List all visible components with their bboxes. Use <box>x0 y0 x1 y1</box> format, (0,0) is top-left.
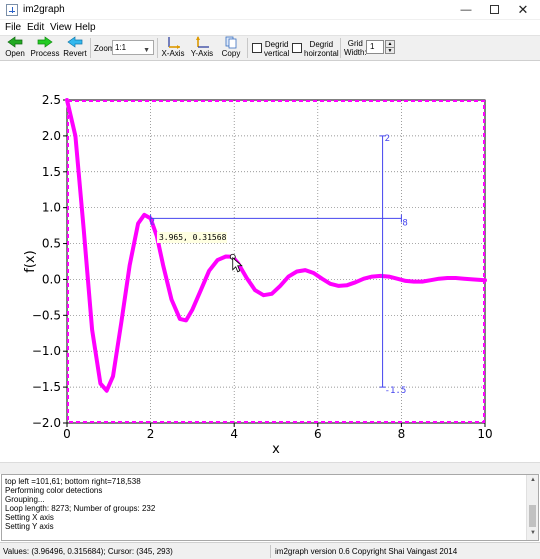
log-line: Loop length: 8273; Number of groups: 232 <box>5 504 156 513</box>
grid-width-label-line1: Grid <box>347 39 363 48</box>
degrid-vertical-label-line2: vertical <box>264 49 290 58</box>
process-button[interactable]: Process <box>30 36 60 60</box>
data-series-line <box>65 98 487 393</box>
x-axis-icon <box>168 37 180 49</box>
stepper-down-icon[interactable]: ▼ <box>386 47 394 54</box>
log-line: Grouping... <box>5 495 45 504</box>
y-axis-marker-top-label: 2 <box>385 134 390 144</box>
scroll-thumb[interactable] <box>529 505 536 527</box>
x-tick-label: 8 <box>398 427 406 441</box>
degrid-horizontal-checkbox[interactable] <box>292 43 302 53</box>
y-tick-label: 1.0 <box>42 201 61 215</box>
x-tick-label: 10 <box>477 427 492 441</box>
y-tick-label: 2.5 <box>42 93 61 107</box>
x-axis-label: x <box>272 442 280 457</box>
x-tick-label: 0 <box>63 427 71 441</box>
toolbar-separator <box>157 38 158 58</box>
canvas-bottom-bar <box>0 462 540 474</box>
log-line: Setting X axis <box>5 513 54 522</box>
zoom-value: 1:1 <box>115 43 127 52</box>
zoom-select[interactable]: 1:1 ▼ <box>112 40 154 55</box>
image-canvas[interactable]: 0 2 4 6 8 10 −2.0 −1.5 −1.0 −0.5 0.0 0.5 1.0 1.5 2.0 2.… <box>0 62 540 462</box>
maximize-icon[interactable] <box>478 0 510 20</box>
x-axis-marker-end-label: 8 <box>402 218 407 228</box>
y-tick-label: −2.0 <box>32 416 61 430</box>
y-tick-label: −1.0 <box>32 344 61 358</box>
y-axis-icon <box>196 36 209 48</box>
grid-width-label: Grid Width: <box>344 39 367 57</box>
log-line: Performing color detections <box>5 486 103 495</box>
grid-width-label-line2: Width: <box>344 48 367 57</box>
status-divider <box>270 545 271 558</box>
x-tick-label: 2 <box>147 427 155 441</box>
y-tick-label: 0.0 <box>42 272 61 286</box>
degrid-horizontal-label: Degrid hoirzontal <box>304 40 339 58</box>
grid-width-stepper[interactable]: ▲ ▼ <box>385 40 395 54</box>
title-bar: im2graph — ✕ <box>0 0 540 20</box>
x-axis-marker-start-label: 2 <box>150 217 155 227</box>
y-axis-label: Y-Axis <box>190 49 214 58</box>
degrid-vertical-label: Degrid vertical <box>264 40 289 58</box>
status-version: im2graph version 0.6 Copyright Shai Vain… <box>275 547 458 556</box>
y-tick-label: 1.5 <box>42 165 61 179</box>
x-tick-label: 6 <box>314 427 322 441</box>
scroll-down-icon[interactable]: ▼ <box>530 530 536 536</box>
x-axis-button[interactable]: X-Axis <box>160 36 186 60</box>
menu-help[interactable]: Help <box>75 22 96 33</box>
revert-arrow-icon <box>67 36 83 48</box>
degrid-horizontal-label-line2: hoirzontal <box>304 49 339 58</box>
process-arrow-icon <box>37 36 53 48</box>
copy-button[interactable]: Copy <box>219 36 243 60</box>
y-axis-label: f(x) <box>23 250 38 272</box>
log-line: top left =101,61; bottom right=718,538 <box>5 477 141 486</box>
chevron-down-icon: ▼ <box>143 47 150 54</box>
x-tick-label: 4 <box>230 427 238 441</box>
degrid-vertical-label-line1: Degrid <box>264 40 289 49</box>
app-graph-icon <box>6 4 18 16</box>
open-label: Open <box>5 49 25 58</box>
x-axis-label: X-Axis <box>161 49 185 58</box>
y-tick-label: 2.0 <box>42 129 61 143</box>
grid-width-input[interactable]: 1 <box>366 40 384 54</box>
toolbar-separator <box>90 38 91 58</box>
scroll-up-icon[interactable]: ▲ <box>530 477 536 483</box>
log-scrollbar[interactable]: ▲ ▼ <box>526 475 538 540</box>
degrid-vertical-checkbox[interactable] <box>252 43 262 53</box>
toolbar-separator <box>247 38 248 58</box>
y-tick-label: 0.5 <box>42 237 61 251</box>
status-bar: Values: (3.96496, 0.315684); Cursor: (34… <box>0 542 540 559</box>
close-icon[interactable]: ✕ <box>507 0 539 20</box>
degrid-horizontal-label-line1: Degrid <box>309 40 334 49</box>
revert-button[interactable]: Revert <box>62 36 88 60</box>
open-icon <box>7 36 23 48</box>
copy-icon <box>225 36 237 49</box>
status-values: Values: (3.96496, 0.315684); Cursor: (34… <box>3 547 173 556</box>
menu-bar: File Edit View Help <box>0 20 540 35</box>
menu-edit[interactable]: Edit <box>27 22 44 33</box>
y-tick-label: −0.5 <box>32 308 61 322</box>
copy-label: Copy <box>221 49 241 58</box>
y-axis-marker-bottom-label: -1.5 <box>385 386 407 396</box>
toolbar-separator <box>340 38 341 58</box>
log-panel[interactable]: top left =101,61; bottom right=718,538 P… <box>1 474 539 541</box>
y-tick-label: −1.5 <box>32 380 61 394</box>
menu-file[interactable]: File <box>5 22 21 33</box>
menu-view[interactable]: View <box>50 22 72 33</box>
window-title: im2graph <box>23 4 65 15</box>
log-line: Setting Y axis <box>5 522 54 531</box>
y-axis-button[interactable]: Y-Axis <box>189 36 215 60</box>
value-tooltip: 3.965, 0.31568 <box>159 233 227 242</box>
graph-plot[interactable]: 0 2 4 6 8 10 −2.0 −1.5 −1.0 −0.5 0.0 0.5 1.0 1.5 2.0 2.… <box>0 62 540 462</box>
revert-label: Revert <box>63 49 87 58</box>
open-button[interactable]: Open <box>3 36 27 60</box>
process-label: Process <box>30 49 60 58</box>
